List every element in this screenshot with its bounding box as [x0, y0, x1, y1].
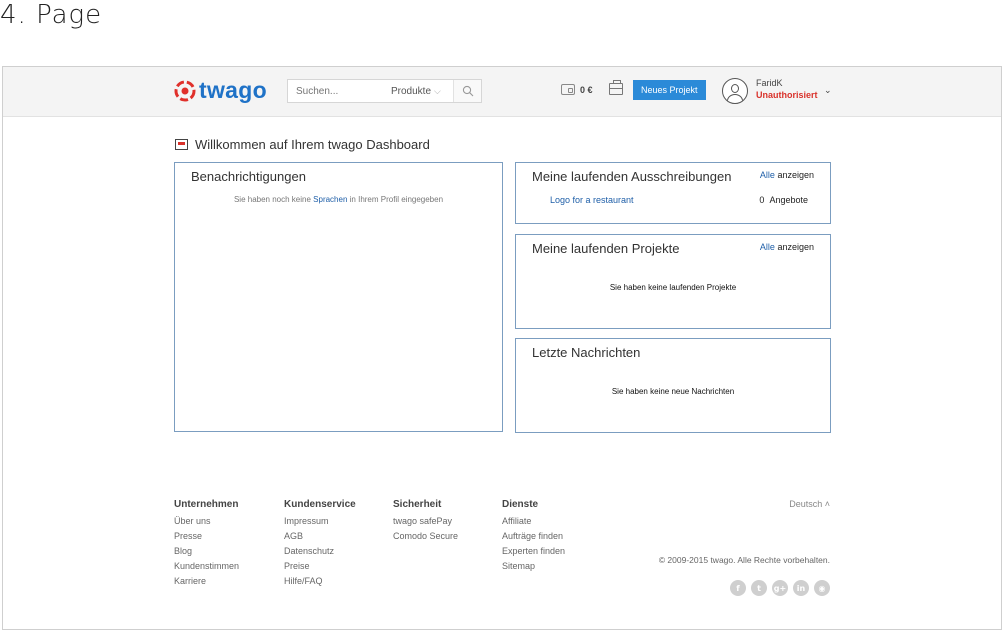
- google-plus-icon[interactable]: g+: [772, 580, 788, 596]
- twago-logo-icon: [174, 80, 196, 101]
- rss-icon[interactable]: ◉: [814, 580, 830, 596]
- empty-state: Sie haben keine laufenden Projekte: [609, 283, 737, 292]
- view-all: Alle anzeigen: [760, 242, 814, 252]
- footer-link[interactable]: Kundenstimmen: [174, 561, 239, 572]
- footer-link[interactable]: AGB: [284, 531, 356, 542]
- copyright: © 2009-2015 twago. Alle Rechte vorbehalt…: [658, 555, 830, 565]
- footer-link[interactable]: Hilfe/FAQ: [284, 576, 356, 587]
- briefcase-icon[interactable]: [609, 80, 623, 95]
- empty-state: Sie haben keine neue Nachrichten: [611, 387, 735, 396]
- user-name: FaridK: [756, 78, 783, 88]
- list-item: Logo for a restaurant 0 Angebote: [550, 195, 808, 205]
- user-status: Unauthorisiert: [756, 90, 818, 100]
- wallet-amount: 0 €: [580, 84, 593, 95]
- footer-heading: Unternehmen: [174, 499, 239, 510]
- footer-link[interactable]: Blog: [174, 546, 239, 557]
- language-selector[interactable]: Deutsch ˄: [789, 499, 830, 509]
- offer-count-label: Angebote: [769, 195, 808, 205]
- languages-link[interactable]: Sprachen: [313, 195, 347, 204]
- dashboard-welcome: Willkommen auf Ihrem twago Dashboard: [175, 137, 430, 152]
- tender-link[interactable]: Logo for a restaurant: [550, 195, 634, 205]
- notifications-panel: Benachrichtigungen Sie haben noch keine …: [174, 162, 503, 432]
- panel-title: Letzte Nachrichten: [532, 345, 641, 360]
- browser-frame: twago Produkte⌵ 0 € Neues Projekt Farid: [2, 66, 1002, 630]
- footer-heading: Sicherheit: [393, 499, 442, 510]
- wallet-icon: [561, 84, 575, 95]
- view-all-text: anzeigen: [777, 170, 814, 180]
- panel-title: Meine laufenden Ausschreibungen: [532, 169, 732, 184]
- offer-count-value: 0: [759, 195, 765, 205]
- panel-title: Meine laufenden Projekte: [532, 241, 680, 256]
- footer-link[interactable]: Comodo Secure: [393, 531, 458, 542]
- offer-count: 0 Angebote: [759, 195, 808, 205]
- notification-text: in Ihrem Profil eingegeben: [349, 195, 444, 204]
- chevron-down-icon[interactable]: ⌄: [824, 85, 832, 96]
- footer-heading: Dienste: [502, 499, 539, 510]
- logo-text: twago: [199, 77, 267, 103]
- facebook-icon[interactable]: f: [730, 580, 746, 596]
- search-category-value: Produkte: [391, 85, 432, 97]
- search-icon: [462, 85, 474, 97]
- footer-heading: Kundenservice: [284, 499, 356, 510]
- search-input[interactable]: [296, 81, 391, 101]
- footer-link[interactable]: Aufträge finden: [502, 531, 565, 542]
- view-all-link[interactable]: Alle: [760, 170, 775, 180]
- footer-column: Dienste Affiliate Aufträge finden Expert…: [502, 499, 565, 576]
- twitter-icon[interactable]: t: [751, 580, 767, 596]
- search-category-dropdown[interactable]: Produkte ⌵: [391, 86, 453, 97]
- footer-link[interactable]: Impressum: [284, 516, 356, 527]
- search-button[interactable]: [453, 80, 481, 102]
- social-links: f t g+ in ◉: [730, 580, 830, 596]
- view-all-link[interactable]: Alle: [760, 242, 775, 252]
- view-all: Alle anzeigen: [760, 170, 814, 180]
- view-all-text: anzeigen: [777, 242, 814, 252]
- notification-message: Sie haben noch keine Sprachen in Ihrem P…: [175, 195, 502, 204]
- footer-link[interactable]: Preise: [284, 561, 356, 572]
- footer-link[interactable]: Datenschutz: [284, 546, 356, 557]
- user-avatar-icon[interactable]: [722, 78, 748, 104]
- user-menu[interactable]: FaridK Unauthorisiert: [756, 78, 818, 100]
- panel-title: Benachrichtigungen: [191, 169, 306, 184]
- footer: Unternehmen Über uns Presse Blog Kundens…: [174, 499, 834, 609]
- top-bar: twago Produkte⌵ 0 € Neues Projekt Farid: [3, 67, 1001, 117]
- footer-link[interactable]: Sitemap: [502, 561, 565, 572]
- search-bar: Produkte⌵: [287, 79, 482, 103]
- notification-text: Sie haben noch keine: [233, 195, 311, 204]
- footer-column: Sicherheit twago safePay Comodo Secure: [393, 499, 458, 546]
- tenders-panel: Meine laufenden Ausschreibungen Alle anz…: [515, 162, 831, 224]
- welcome-title: Willkommen auf Ihrem twago Dashboard: [195, 137, 430, 152]
- footer-link[interactable]: Affiliate: [502, 516, 565, 527]
- chevron-down-icon: ⌵: [434, 85, 441, 96]
- messages-panel: Letzte Nachrichten Sie haben keine neue …: [515, 338, 831, 433]
- page-heading: 4. Page: [0, 0, 103, 30]
- footer-column: Kundenservice Impressum AGB Datenschutz …: [284, 499, 356, 591]
- wallet[interactable]: 0 €: [561, 84, 593, 95]
- projects-panel: Meine laufenden Projekte Alle anzeigen S…: [515, 234, 831, 329]
- logo[interactable]: twago: [173, 77, 267, 104]
- linkedin-icon[interactable]: in: [793, 580, 809, 596]
- new-project-button[interactable]: Neues Projekt: [633, 80, 706, 100]
- dashboard-icon: [175, 139, 188, 150]
- footer-link[interactable]: Presse: [174, 531, 239, 542]
- footer-link[interactable]: Über uns: [174, 516, 239, 527]
- footer-link[interactable]: Karriere: [174, 576, 239, 587]
- footer-link[interactable]: twago safePay: [393, 516, 458, 527]
- footer-column: Unternehmen Über uns Presse Blog Kundens…: [174, 499, 239, 591]
- footer-link[interactable]: Experten finden: [502, 546, 565, 557]
